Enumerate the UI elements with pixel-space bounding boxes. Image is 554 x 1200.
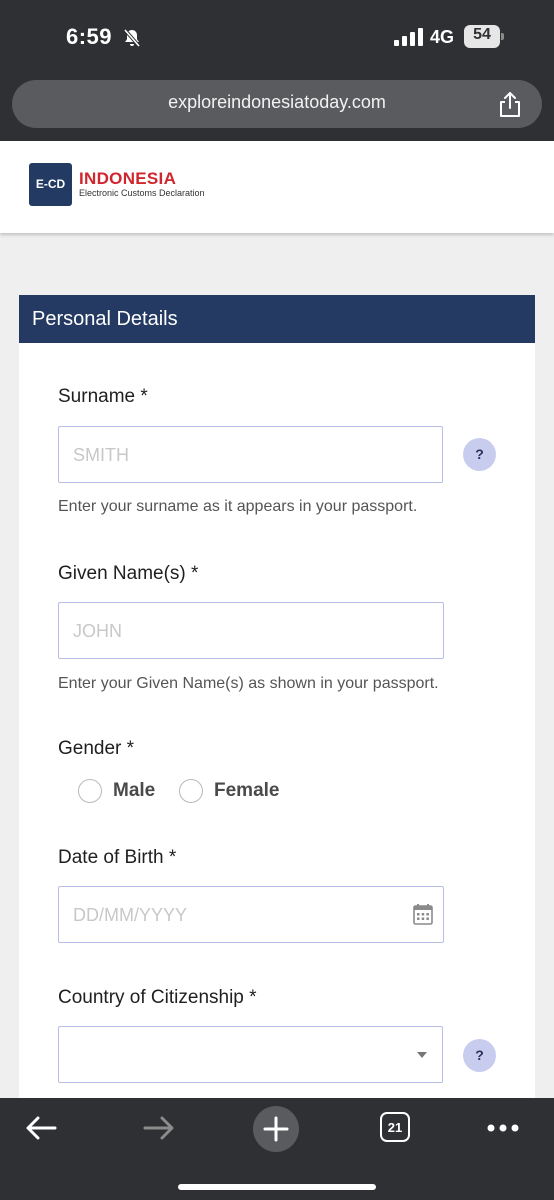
tabs-count-icon[interactable]: 21 <box>380 1112 410 1142</box>
share-icon[interactable] <box>498 92 522 118</box>
tab-count: 21 <box>387 1120 403 1135</box>
address-bar[interactable]: exploreindonesiatoday.com <box>12 80 542 128</box>
logo-subtitle: Electronic Customs Declaration <box>79 188 205 198</box>
site-header: E-CD INDONESIA Electronic Customs Declar… <box>0 141 554 233</box>
gender-male-label[interactable]: Male <box>113 780 155 802</box>
more-dots-icon[interactable] <box>486 1122 520 1134</box>
given-names-label: Given Name(s) * <box>58 563 199 584</box>
status-bar: 6:59 4G 54 <box>0 0 554 72</box>
calendar-icon[interactable] <box>413 903 433 925</box>
new-tab-plus-icon[interactable] <box>253 1106 299 1152</box>
battery-icon: 54 <box>464 25 504 48</box>
gender-female-radio[interactable] <box>179 779 203 803</box>
surname-input[interactable]: SMITH <box>58 426 443 483</box>
gender-female-label[interactable]: Female <box>214 780 279 802</box>
back-arrow-icon[interactable] <box>24 1114 58 1142</box>
gender-label: Gender * <box>58 738 135 759</box>
gender-male-radio[interactable] <box>78 779 102 803</box>
bell-slash-icon <box>123 28 141 48</box>
given-names-help-text: Enter your Given Name(s) as shown in you… <box>58 675 439 692</box>
dob-placeholder: DD/MM/YYYY <box>73 905 188 925</box>
given-names-input[interactable]: JOHN <box>58 602 444 659</box>
section-title: Personal Details <box>32 308 178 330</box>
chevron-down-icon <box>417 1052 427 1058</box>
logo-badge[interactable]: E-CD <box>29 163 72 206</box>
citizenship-select[interactable] <box>58 1026 443 1083</box>
surname-help-button[interactable]: ? <box>463 438 496 471</box>
home-indicator <box>178 1184 376 1190</box>
dob-input[interactable]: DD/MM/YYYY <box>58 886 444 943</box>
surname-placeholder: SMITH <box>73 445 129 465</box>
personal-details-card: Personal Details <box>19 295 535 1100</box>
browser-chrome: 6:59 4G 54 exploreindonesiatoday.com <box>0 0 554 141</box>
forward-arrow-icon[interactable] <box>142 1114 176 1142</box>
surname-label: Surname * <box>58 386 148 407</box>
dob-label: Date of Birth * <box>58 847 177 868</box>
signal-icon <box>394 28 423 46</box>
citizenship-label: Country of Citizenship * <box>58 987 257 1008</box>
given-names-placeholder: JOHN <box>73 621 122 641</box>
citizenship-help-button[interactable]: ? <box>463 1039 496 1072</box>
network-type: 4G <box>430 27 455 47</box>
logo-title[interactable]: INDONESIA <box>79 169 176 189</box>
logo-abbr: E-CD <box>35 177 66 191</box>
battery-level: 54 <box>473 26 491 43</box>
surname-help-text: Enter your surname as it appears in your… <box>58 498 418 515</box>
status-time: 6:59 <box>66 24 113 49</box>
url-text: exploreindonesiatoday.com <box>168 92 386 112</box>
section-header: Personal Details <box>19 295 535 343</box>
